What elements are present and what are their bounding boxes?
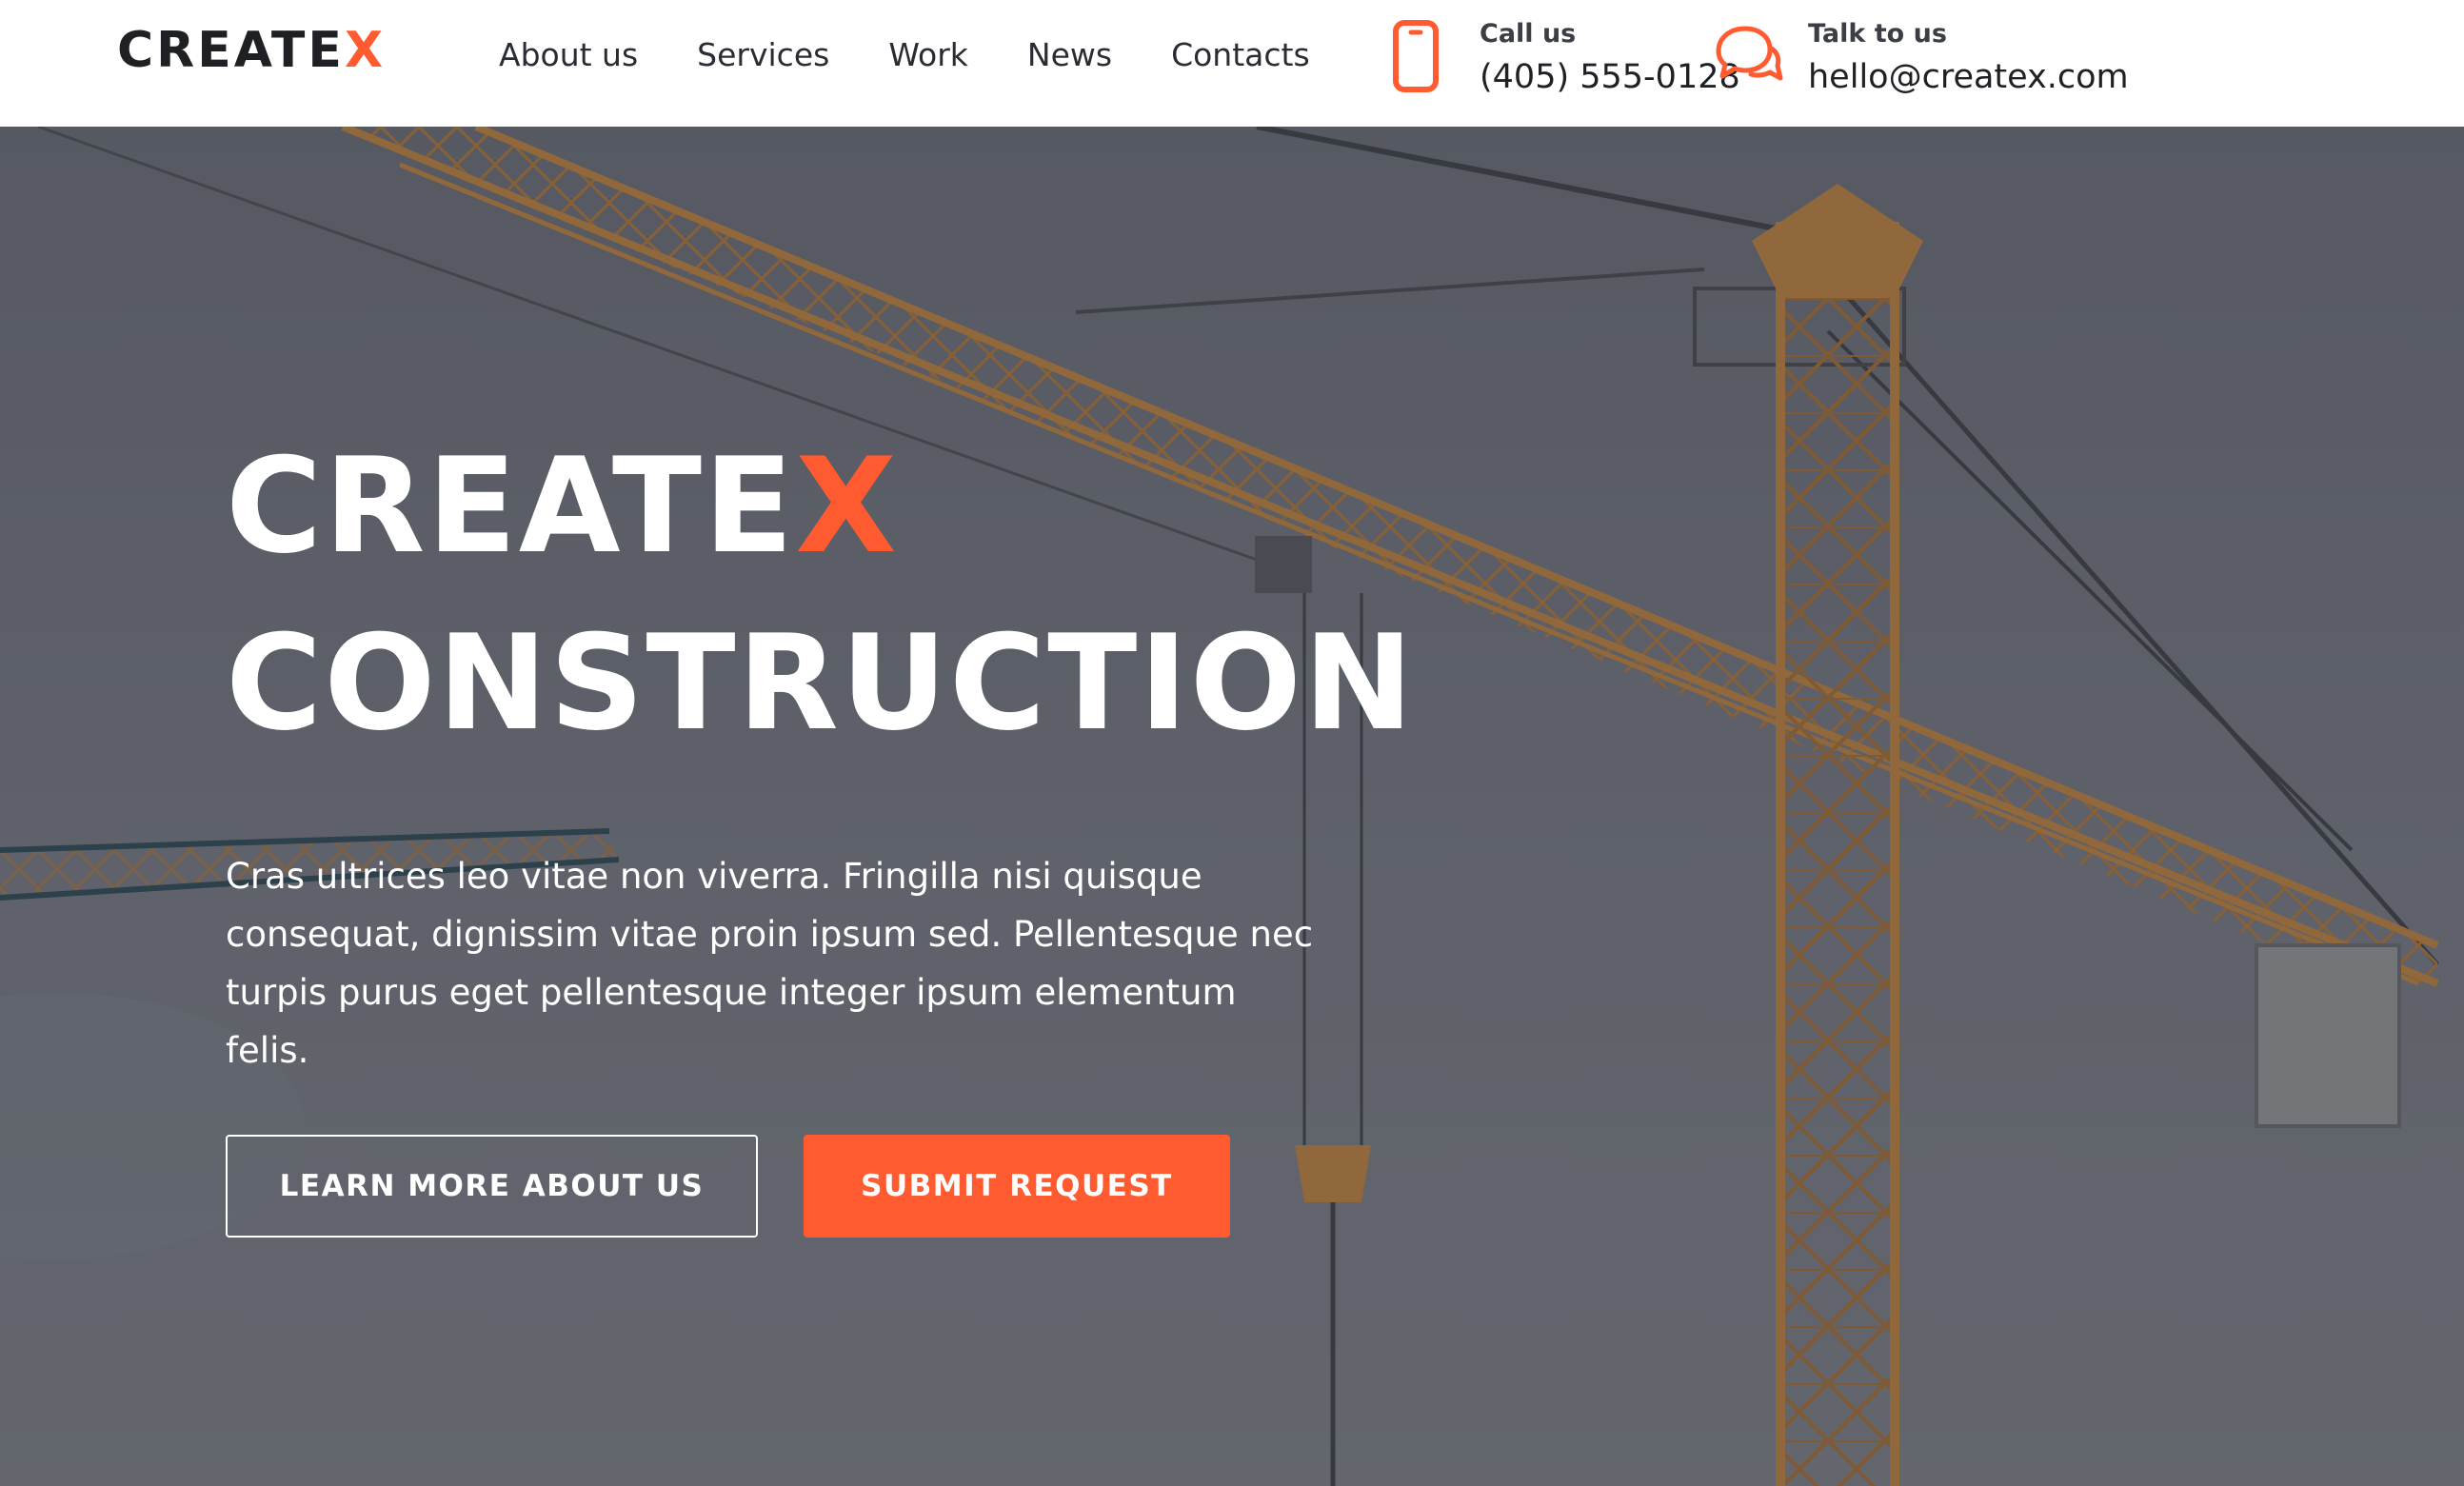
hero-title-accent: X: [795, 429, 899, 583]
logo-text: CREATE: [117, 22, 345, 79]
nav-about[interactable]: About us: [499, 36, 638, 73]
nav-work[interactable]: Work: [888, 36, 968, 73]
logo[interactable]: CREATE X: [117, 26, 386, 75]
learn-more-button[interactable]: LEARN MORE ABOUT US: [226, 1135, 758, 1238]
crane-background-image: [0, 127, 2464, 1486]
logo-accent: X: [344, 22, 387, 79]
hero-description: Cras ultrices leo vitae non viverra. Fri…: [226, 856, 1314, 1071]
hero-title-line1: CREATEX: [226, 441, 899, 572]
phone-number[interactable]: (405) 555-0128: [1480, 58, 1740, 96]
site-header: CREATE X About us Services Work News Cont…: [0, 0, 2464, 127]
main-nav: About us Services Work News Contacts: [499, 36, 1369, 73]
submit-request-button[interactable]: SUBMIT REQUEST: [804, 1135, 1230, 1238]
talk-to-us-label: Talk to us: [1808, 19, 1947, 49]
call-us-block[interactable]: Call us (405) 555-0128: [1392, 17, 1740, 96]
email-address[interactable]: hello@createx.com: [1808, 58, 2129, 96]
call-us-label: Call us: [1480, 19, 1577, 49]
hero-title-line2: CONSTRUCTION: [226, 606, 1416, 760]
nav-contacts[interactable]: Contacts: [1171, 36, 1310, 73]
hero-section: CREATEX CONSTRUCTION Cras ultrices leo v…: [0, 127, 2464, 1486]
nav-services[interactable]: Services: [697, 36, 829, 73]
chat-icon: [1711, 17, 1787, 95]
talk-to-us-block[interactable]: Talk to us hello@createx.com: [1711, 17, 2129, 96]
hero-title-text: CREATE: [226, 429, 796, 583]
phone-icon: [1392, 17, 1449, 95]
nav-news[interactable]: News: [1027, 36, 1112, 73]
